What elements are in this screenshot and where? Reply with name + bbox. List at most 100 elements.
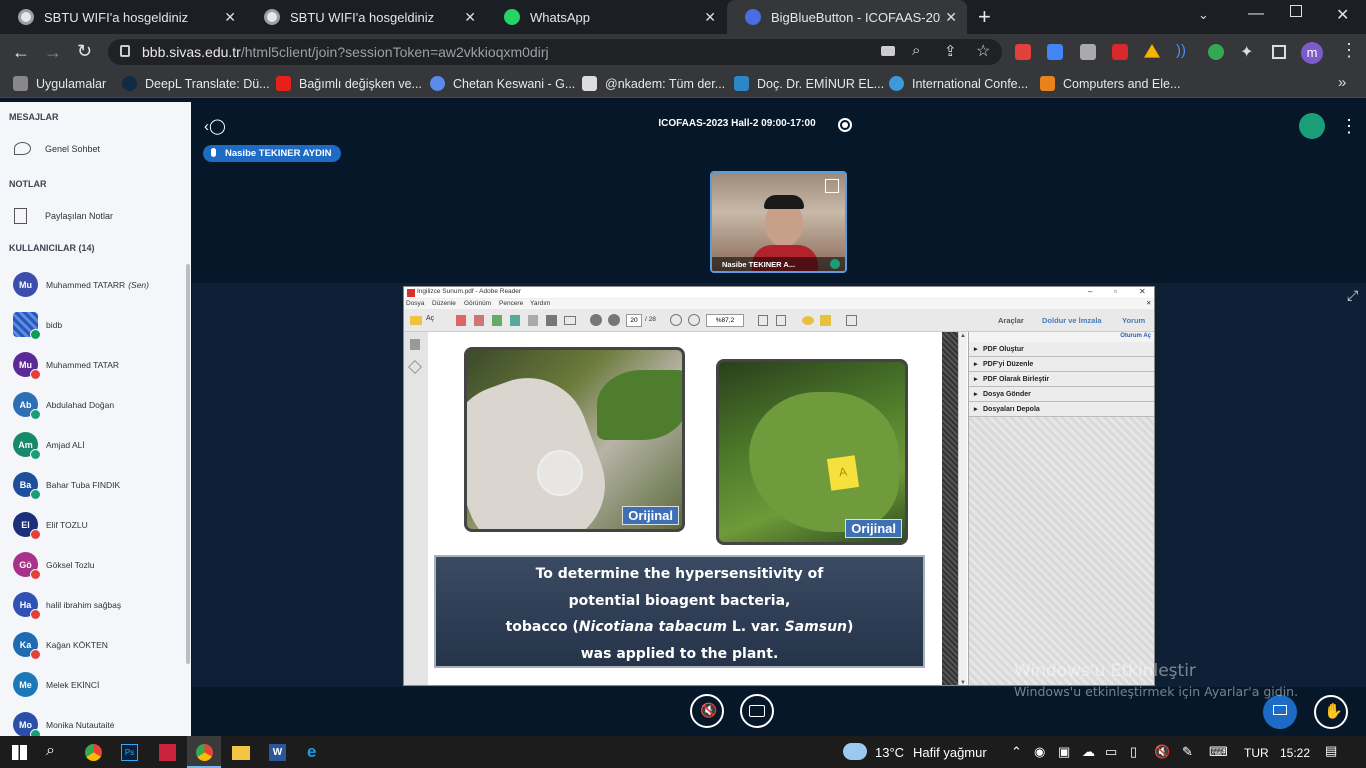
- minimize-icon[interactable]: —: [1248, 5, 1264, 23]
- audio-button[interactable]: 🔇: [690, 694, 724, 728]
- weather-cloud-icon[interactable]: [843, 743, 867, 760]
- back-icon[interactable]: ←: [12, 42, 30, 63]
- public-chat-item[interactable]: Genel Sohbet: [14, 142, 100, 155]
- raise-hand-button[interactable]: ✋: [1314, 695, 1348, 729]
- clock[interactable]: 15:22: [1280, 746, 1310, 760]
- weather-temperature[interactable]: 13°C: [875, 745, 904, 760]
- tray-volume-muted-icon[interactable]: 🔇: [1154, 744, 1170, 760]
- tray-record-icon[interactable]: ◉: [1034, 744, 1045, 760]
- tab-whatsapp[interactable]: WhatsApp ✕: [486, 0, 726, 34]
- tray-app-icon[interactable]: ▣: [1058, 744, 1070, 760]
- webcam-video[interactable]: Nasibe TEKINER A...: [710, 171, 847, 273]
- options-menu-icon[interactable]: ⋮: [1340, 116, 1358, 137]
- zoom-level-select[interactable]: %87,2: [706, 314, 744, 327]
- close-tab-icon[interactable]: ✕: [704, 9, 716, 26]
- notification-center-icon[interactable]: ▤: [1325, 743, 1337, 759]
- prev-page-icon[interactable]: [590, 314, 602, 326]
- windows-start-icon[interactable]: [12, 745, 27, 760]
- tool-item[interactable]: ▸ Dosya Gönder: [969, 387, 1154, 402]
- camera-blocked-icon[interactable]: [881, 46, 895, 56]
- menu-duzenle[interactable]: Düzenle: [432, 300, 456, 307]
- reader-scrollbar[interactable]: ▲ ▼: [958, 332, 967, 685]
- user-list-item[interactable]: Me Melek EKİNCİ: [13, 672, 99, 697]
- user-list-item[interactable]: bidb: [13, 312, 62, 340]
- user-list-item[interactable]: Ba Bahar Tuba FINDIK: [13, 472, 120, 500]
- open-folder-icon[interactable]: [410, 316, 422, 325]
- pages-thumbnail-icon[interactable]: [410, 339, 420, 350]
- page-number-input[interactable]: 20: [626, 314, 642, 327]
- comment-icon[interactable]: [802, 316, 814, 325]
- tray-keyboard-icon[interactable]: ⌨: [1209, 744, 1228, 760]
- bookmark-apps[interactable]: Uygulamalar: [13, 76, 106, 91]
- reload-icon[interactable]: ↻: [77, 41, 92, 62]
- close-tab-icon[interactable]: ✕: [464, 9, 476, 26]
- recording-indicator-icon[interactable]: [838, 118, 852, 132]
- create-pdf-icon[interactable]: [456, 315, 466, 326]
- user-list-item[interactable]: Mo Monika Nutautaitė: [13, 712, 115, 740]
- fit-page-icon[interactable]: [758, 315, 768, 326]
- tray-network-icon[interactable]: ▭: [1105, 744, 1117, 760]
- shared-notes-item[interactable]: Paylaşılan Notlar: [14, 208, 113, 224]
- user-list-item[interactable]: El Elif TOZLU: [13, 512, 88, 540]
- weather-description[interactable]: Hafif yağmur: [913, 745, 987, 760]
- close-tab-icon[interactable]: ✕: [224, 9, 236, 26]
- expand-icon[interactable]: [846, 315, 857, 326]
- bookmark-nkadem[interactable]: @nkadem: Tüm der...: [582, 76, 725, 91]
- user-list-item[interactable]: Ab Abdulahad Doğan: [13, 392, 114, 420]
- tool-item[interactable]: ▸ Dosyaları Depola: [969, 402, 1154, 417]
- more-bookmarks-icon[interactable]: »: [1338, 74, 1346, 91]
- user-list-item[interactable]: Ha halil ibrahim sağbaş: [13, 592, 121, 620]
- menu-pencere[interactable]: Pencere: [499, 300, 523, 307]
- tab-search-chevron-icon[interactable]: ⌄: [1198, 7, 1209, 23]
- photoshop-icon[interactable]: Ps: [121, 744, 138, 761]
- file-explorer-icon[interactable]: [232, 746, 250, 760]
- cloud-icon[interactable]: [510, 315, 520, 326]
- scroll-down-icon[interactable]: ▼: [960, 680, 966, 685]
- screen-share-reader[interactable]: Ingilizce Sunum.pdf - Adobe Reader – ▫ ✕…: [403, 286, 1155, 686]
- tab-sbtu-wifi-1[interactable]: SBTU WIFI'a hosgeldiniz ✕: [0, 0, 246, 34]
- chrome-icon[interactable]: [85, 744, 102, 761]
- extensions-puzzle-icon[interactable]: ✦: [1240, 42, 1253, 62]
- fit-width-icon[interactable]: [776, 315, 786, 326]
- signin-link[interactable]: Oturum Aç: [1120, 333, 1151, 339]
- extension-translate-icon[interactable]: [1047, 44, 1063, 60]
- fullscreen-video-icon[interactable]: [825, 179, 839, 193]
- sign-icon[interactable]: [820, 315, 831, 326]
- bookmark-computers[interactable]: Computers and Ele...: [1040, 76, 1180, 91]
- tab-araclar[interactable]: Araçlar: [998, 316, 1024, 325]
- sidebar-scrollbar[interactable]: [186, 264, 190, 664]
- word-icon[interactable]: W: [269, 744, 286, 761]
- tab-bigbluebutton[interactable]: BigBlueButton - ICOFAAS-2023 H ✕: [727, 0, 967, 34]
- close-window-icon[interactable]: ✕: [1336, 5, 1349, 25]
- tray-battery-icon[interactable]: ▯: [1130, 744, 1137, 760]
- user-list-item[interactable]: Mu Muhammed TATARR (Sen): [13, 272, 149, 297]
- extension-gray-icon[interactable]: [1080, 44, 1096, 60]
- input-language[interactable]: TUR: [1244, 746, 1269, 760]
- extension-pocket-icon[interactable]: [1015, 44, 1031, 60]
- tray-overflow-icon[interactable]: ⌃: [1011, 744, 1022, 760]
- tray-pen-icon[interactable]: ✎: [1182, 744, 1193, 760]
- reader-close-icon[interactable]: ✕: [1139, 287, 1146, 296]
- edit-pdf-icon[interactable]: [474, 315, 484, 326]
- extension-green-icon[interactable]: [1208, 44, 1224, 60]
- side-panel-icon[interactable]: [1272, 45, 1286, 59]
- reader-maximize-icon[interactable]: ▫: [1114, 287, 1117, 296]
- webcam-button[interactable]: [740, 694, 774, 728]
- bookmark-star-icon[interactable]: ☆: [976, 41, 990, 61]
- share-icon[interactable]: ⇪: [944, 42, 957, 60]
- connection-status-icon[interactable]: [1299, 113, 1325, 139]
- reader-minimize-icon[interactable]: –: [1088, 287, 1092, 296]
- doc-close-icon[interactable]: ✕: [1146, 299, 1151, 307]
- bookmark-deepl[interactable]: DeepL Translate: Dü...: [122, 76, 270, 91]
- tab-doldur-imzala[interactable]: Doldur ve İmzala: [1042, 316, 1102, 325]
- fullscreen-presentation-icon[interactable]: ⤢: [1347, 287, 1358, 304]
- menu-yardim[interactable]: Yardım: [530, 300, 550, 307]
- forward-icon[interactable]: →: [44, 42, 62, 63]
- profile-avatar[interactable]: m: [1301, 42, 1323, 64]
- url-text[interactable]: bbb.sivas.edu.tr/html5client/join?sessio…: [142, 44, 549, 60]
- internet-explorer-icon[interactable]: e: [307, 742, 316, 762]
- zoom-out-icon[interactable]: [670, 314, 682, 326]
- tool-item[interactable]: ▸ PDF Oluştur: [969, 342, 1154, 357]
- user-list-item[interactable]: Ka Kağan KÖKTEN: [13, 632, 108, 660]
- lock-icon[interactable]: [120, 45, 130, 57]
